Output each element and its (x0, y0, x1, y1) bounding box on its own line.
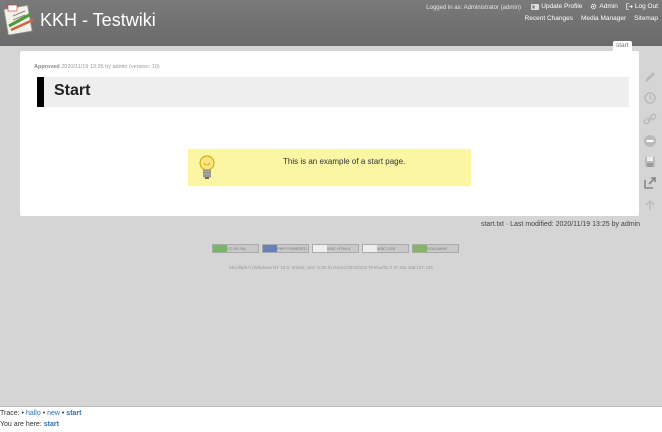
logged-in-user[interactable]: Administrator (admin) (464, 5, 521, 11)
logged-in-info: Logged in as: Administrator (admin) (426, 5, 521, 11)
w3c-css-badge-text: W3C CSS (377, 246, 396, 251)
profile-card-icon (531, 3, 540, 10)
note-text: This is an example of a start page. (283, 157, 406, 166)
approval-info: Approved 2020/11/19 13:26 by admin (vers… (34, 64, 160, 70)
save-icon[interactable] (642, 154, 658, 170)
user-agent-info: Mozilla/5.0 (Windows NT 10.0; Win64; x64… (229, 265, 433, 270)
dokuwiki-badge[interactable]: DOKUWIKI (412, 244, 459, 253)
trace-link-hallo[interactable]: hallo (26, 410, 41, 417)
note-box: This is an example of a start page. (188, 149, 471, 186)
w3c-html-badge[interactable]: W3C HTML5 (312, 244, 359, 253)
dokuwiki-logo-icon[interactable] (3, 2, 36, 35)
site-tools: Recent Changes Media Manager Sitemap (525, 15, 658, 22)
cc-license-badge-text: CC BY-SA (227, 246, 246, 251)
page-heading: Start (54, 82, 91, 99)
export-icon[interactable] (642, 175, 658, 191)
logout-label: Log Out (634, 3, 658, 10)
lightbulb-icon (199, 155, 215, 179)
page-id-tab[interactable]: start (613, 41, 632, 51)
update-profile-link[interactable]: Update Profile (531, 3, 582, 10)
history-icon[interactable] (642, 90, 658, 106)
approved-label: Approved (34, 64, 60, 70)
header-bar: KKH - Testwiki Logged in as: Administrat… (0, 0, 662, 46)
link-icon[interactable] (642, 111, 658, 127)
edit-icon[interactable] (642, 69, 658, 85)
trace-label: Trace: (0, 410, 20, 417)
here-label: You are here: (0, 421, 42, 428)
wiki-title[interactable]: KKH - Testwiki (40, 10, 156, 31)
last-modified-info: start.txt · Last modified: 2020/11/19 13… (480, 221, 640, 228)
logout-link[interactable]: Log Out (626, 3, 658, 10)
breadcrumbs-bar: Trace: • hallo • new • start You are her… (0, 406, 662, 432)
dokuwiki-badge-text: DOKUWIKI (427, 246, 448, 251)
gear-icon (591, 3, 597, 10)
w3c-html-badge-text: W3C HTML5 (327, 246, 351, 251)
here-link-start[interactable]: start (44, 421, 59, 428)
php-powered-badge-text: PHP POWERED (277, 246, 307, 251)
user-tools: Update Profile Admin Log Out (531, 3, 658, 10)
cc-license-badge[interactable]: CC BY-SA (212, 244, 259, 253)
trace-link-start[interactable]: start (66, 410, 81, 417)
trace-current: start (66, 410, 82, 417)
page-content: Approved 2020/11/19 13:26 by admin (vers… (20, 51, 639, 216)
approved-details: 2020/11/19 13:26 by admin (version: 10) (61, 64, 160, 70)
php-powered-badge[interactable]: PHP POWERED (262, 244, 309, 253)
trace-link-new[interactable]: new (47, 410, 60, 417)
media-manager-link[interactable]: Media Manager (581, 15, 626, 22)
here-current: start (43, 421, 59, 428)
minus-circle-icon[interactable] (642, 133, 658, 149)
logout-icon (626, 3, 633, 10)
location-breadcrumb: You are here: start (0, 421, 59, 428)
sitemap-link[interactable]: Sitemap (634, 15, 658, 22)
update-profile-label: Update Profile (541, 3, 583, 10)
admin-link[interactable]: Admin (590, 3, 618, 10)
page-heading-box: Start (37, 77, 629, 107)
logged-in-prefix: Logged in as: (426, 5, 463, 11)
trace-breadcrumb: Trace: • hallo • new • start (0, 410, 82, 417)
arrow-up-icon[interactable] (642, 197, 658, 213)
w3c-css-badge[interactable]: W3C CSS (362, 244, 409, 253)
recent-changes-link[interactable]: Recent Changes (525, 15, 573, 22)
footer-badges: CC BY-SA PHP POWERED W3C HTML5 W3C CSS D… (212, 244, 459, 253)
admin-label: Admin (599, 3, 618, 10)
